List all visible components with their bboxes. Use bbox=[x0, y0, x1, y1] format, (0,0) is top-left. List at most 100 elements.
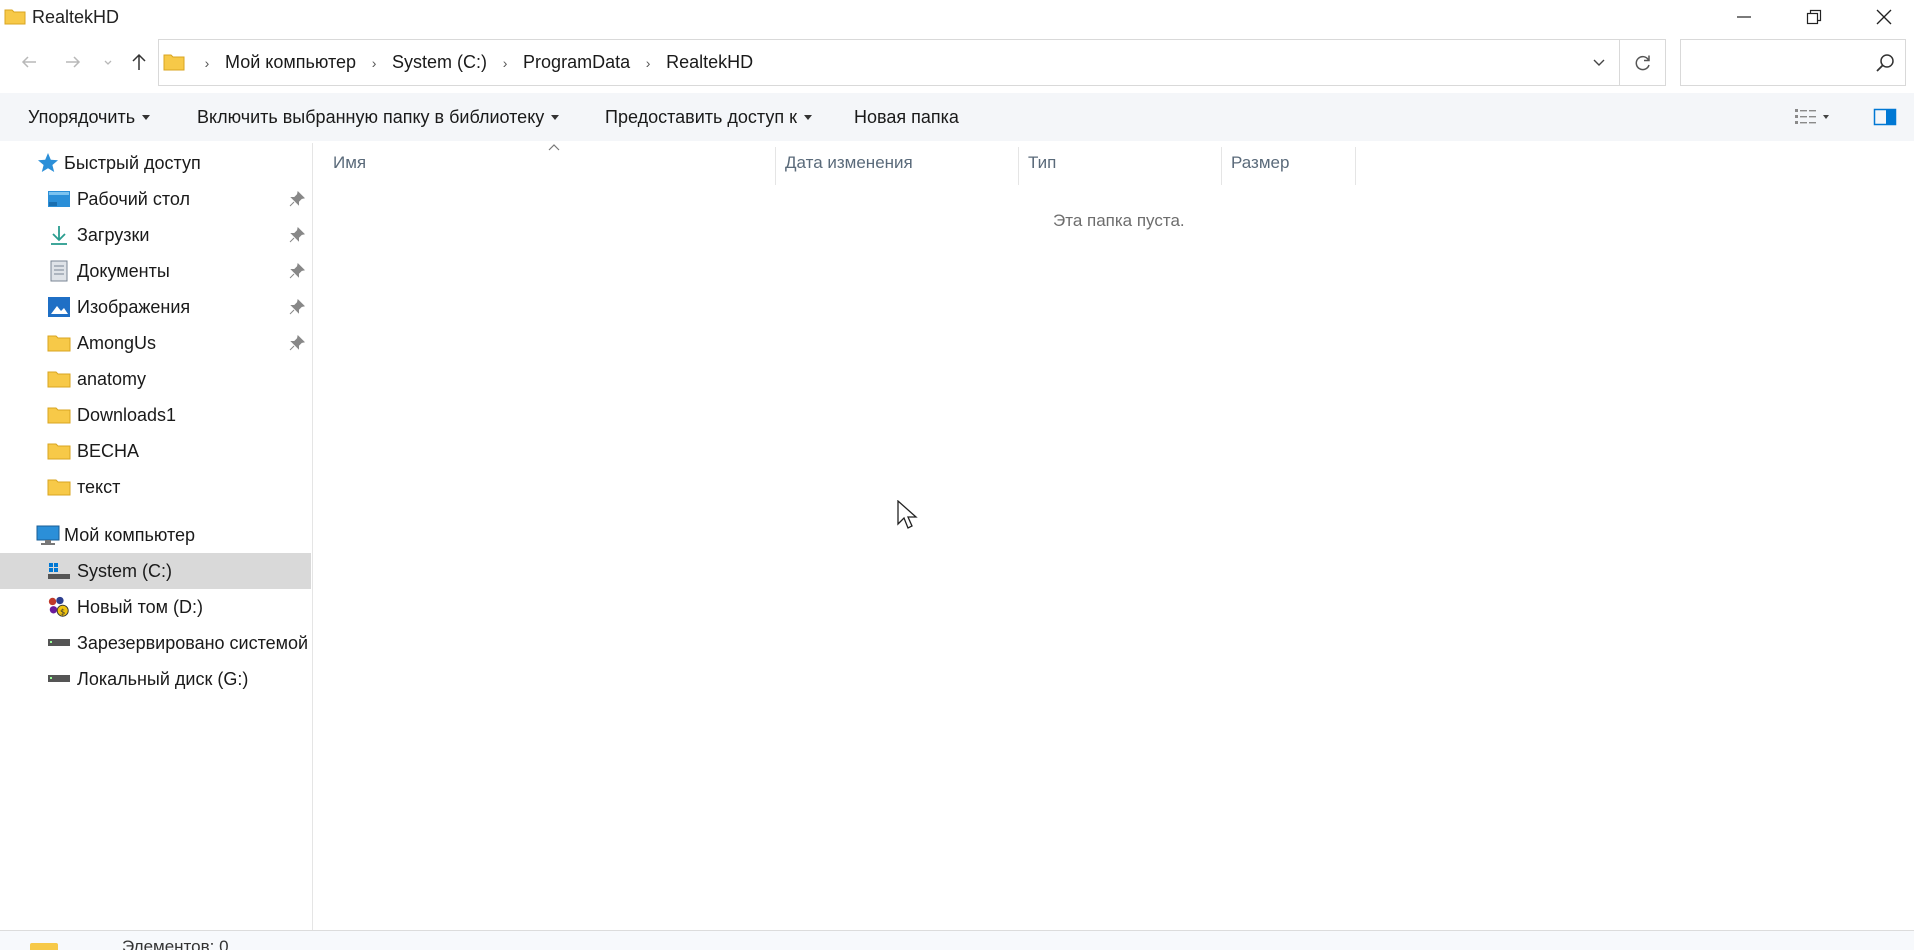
preview-pane-icon bbox=[1873, 108, 1897, 126]
sidebar-item-label: Быстрый доступ bbox=[64, 152, 201, 173]
sidebar-item-label: Рабочий стол bbox=[77, 188, 190, 209]
refresh-icon bbox=[1635, 55, 1650, 70]
sidebar-item-desktop[interactable]: Рабочий стол bbox=[0, 181, 311, 217]
chevron-right-icon[interactable]: › bbox=[493, 55, 517, 71]
organize-label: Упорядочить bbox=[28, 106, 136, 127]
documents-icon bbox=[47, 260, 71, 282]
column-divider[interactable] bbox=[1221, 147, 1222, 185]
sidebar-item-tekst[interactable]: текст bbox=[0, 469, 311, 505]
caret-down-icon bbox=[551, 114, 560, 120]
close-button[interactable] bbox=[1849, 0, 1914, 34]
column-header-size[interactable]: Размер bbox=[1223, 143, 1353, 183]
sidebar-item-quick-access[interactable]: Быстрый доступ bbox=[0, 145, 311, 181]
folder-icon bbox=[163, 54, 185, 71]
include-library-label: Включить выбранную папку в библиотеку bbox=[197, 106, 545, 127]
folder-icon bbox=[47, 476, 71, 498]
sidebar-item-local-disk-g[interactable]: Локальный диск (G:) bbox=[0, 661, 311, 697]
arrow-left-icon bbox=[21, 56, 36, 68]
sidebar-item-downloads[interactable]: Загрузки bbox=[0, 217, 311, 253]
svg-text:$: $ bbox=[60, 606, 65, 616]
column-divider[interactable] bbox=[1355, 147, 1356, 185]
details-view-icon bbox=[1795, 109, 1816, 124]
sidebar-item-this-pc[interactable]: Мой компьютер bbox=[0, 517, 311, 553]
mouse-cursor-icon bbox=[897, 500, 918, 529]
column-divider[interactable] bbox=[1018, 147, 1019, 185]
back-button[interactable] bbox=[14, 47, 44, 77]
arrow-up-icon bbox=[132, 53, 146, 70]
pin-icon[interactable] bbox=[288, 226, 306, 244]
minimize-button[interactable] bbox=[1709, 0, 1779, 34]
breadcrumb-item[interactable]: Мой компьютер bbox=[219, 52, 362, 73]
chevron-right-icon[interactable]: › bbox=[362, 55, 386, 71]
sidebar-item-reserved[interactable]: Зарезервировано системой bbox=[0, 625, 311, 661]
sidebar-item-label: System (C:) bbox=[77, 560, 173, 581]
sidebar-item-vesna[interactable]: ВЕСНА bbox=[0, 433, 311, 469]
new-folder-button[interactable]: Новая папка bbox=[854, 93, 959, 141]
include-in-library-button[interactable]: Включить выбранную папку в библиотеку bbox=[197, 93, 560, 141]
title-bar: RealtekHD bbox=[0, 0, 1914, 34]
address-history-button[interactable] bbox=[1581, 40, 1617, 85]
breadcrumb-item[interactable]: RealtekHD bbox=[660, 52, 759, 73]
folder-icon bbox=[47, 440, 71, 462]
sidebar-item-label: Зарезервировано системой bbox=[77, 632, 309, 653]
sidebar-item-amongus[interactable]: AmongUs bbox=[0, 325, 311, 361]
view-options-button[interactable] bbox=[1794, 103, 1834, 131]
star-icon bbox=[36, 152, 60, 174]
share-with-button[interactable]: Предоставить доступ к bbox=[605, 93, 812, 141]
folder-icon bbox=[47, 368, 71, 390]
sidebar-item-label: Локальный диск (G:) bbox=[77, 668, 249, 689]
sidebar-item-label: Downloads1 bbox=[77, 404, 177, 425]
sidebar-item-new-volume-d[interactable]: $ Новый том (D:) bbox=[0, 589, 311, 625]
sidebar-item-downloads1[interactable]: Downloads1 bbox=[0, 397, 311, 433]
breadcrumb-item[interactable]: System (C:) bbox=[386, 52, 493, 73]
sidebar-item-anatomy[interactable]: anatomy bbox=[0, 361, 311, 397]
up-button[interactable] bbox=[124, 47, 154, 77]
caret-down-icon bbox=[1823, 115, 1829, 119]
restore-button[interactable] bbox=[1779, 0, 1849, 34]
pin-icon[interactable] bbox=[288, 334, 306, 352]
pin-icon[interactable] bbox=[288, 262, 306, 280]
sidebar-item-label: Загрузки bbox=[77, 224, 150, 245]
empty-folder-message: Эта папка пуста. bbox=[1053, 211, 1185, 230]
search-box[interactable] bbox=[1680, 39, 1906, 86]
pictures-icon bbox=[47, 296, 71, 318]
new-folder-label: Новая папка bbox=[854, 106, 959, 127]
search-input[interactable] bbox=[1687, 46, 1867, 79]
breadcrumb-item[interactable]: ProgramData bbox=[517, 52, 636, 73]
sidebar-item-documents[interactable]: Документы bbox=[0, 253, 311, 289]
custom-drive-icon: $ bbox=[47, 596, 71, 618]
computer-icon bbox=[36, 524, 60, 546]
sidebar-item-label: Документы bbox=[77, 260, 170, 281]
chevron-right-icon[interactable]: › bbox=[195, 55, 219, 71]
caret-down-icon bbox=[142, 114, 151, 120]
chevron-down-icon bbox=[1593, 59, 1605, 66]
item-count: Элементов: 0 bbox=[122, 937, 229, 950]
column-divider[interactable] bbox=[775, 147, 776, 185]
caret-down-icon bbox=[803, 114, 812, 120]
address-bar[interactable]: › Мой компьютер › System (C:) › ProgramD… bbox=[158, 39, 1666, 86]
breadcrumb: › Мой компьютер › System (C:) › ProgramD… bbox=[195, 40, 759, 85]
close-icon bbox=[1876, 9, 1892, 25]
column-header-name[interactable]: Имя bbox=[325, 143, 765, 183]
pin-icon[interactable] bbox=[288, 298, 306, 316]
column-header-type[interactable]: Тип bbox=[1020, 143, 1220, 183]
drive-icon bbox=[47, 632, 71, 654]
preview-pane-button[interactable] bbox=[1873, 103, 1897, 131]
forward-button[interactable] bbox=[58, 47, 88, 77]
file-list: Имя Дата изменения Тип Размер Эта папка … bbox=[315, 143, 1914, 930]
refresh-button[interactable] bbox=[1619, 40, 1665, 85]
restore-icon bbox=[1806, 9, 1822, 25]
sidebar-item-system-c[interactable]: System (C:) bbox=[0, 553, 311, 589]
recent-locations-button[interactable] bbox=[96, 47, 120, 77]
sidebar-item-label: Новый том (D:) bbox=[77, 596, 203, 617]
chevron-right-icon[interactable]: › bbox=[636, 55, 660, 71]
sidebar-item-label: anatomy bbox=[77, 368, 147, 389]
chevron-down-icon bbox=[104, 60, 112, 65]
folder-icon bbox=[30, 943, 58, 950]
pin-icon[interactable] bbox=[288, 190, 306, 208]
column-header-date[interactable]: Дата изменения bbox=[777, 143, 1017, 183]
organize-button[interactable]: Упорядочить bbox=[28, 93, 151, 141]
address-row: › Мой компьютер › System (C:) › ProgramD… bbox=[0, 39, 1914, 87]
folder-icon bbox=[4, 9, 26, 25]
sidebar-item-pictures[interactable]: Изображения bbox=[0, 289, 311, 325]
